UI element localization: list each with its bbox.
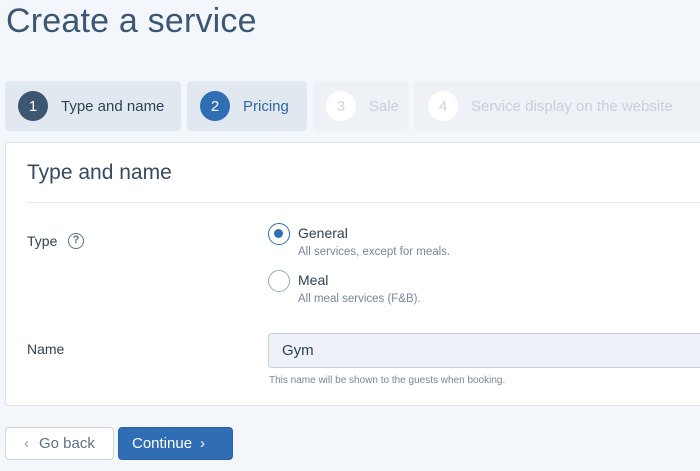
go-back-button[interactable]: ‹ Go back <box>5 427 114 460</box>
type-label: Type <box>27 233 58 249</box>
step-number: 2 <box>200 91 230 121</box>
step-label: Service display on the website <box>471 97 673 115</box>
chevron-right-icon: › <box>200 435 206 452</box>
name-hint: This name will be shown to the guests wh… <box>269 375 506 386</box>
go-back-label: Go back <box>39 435 95 452</box>
wizard-steps: 1 Type and name 2 Pricing 3 Sale 4 Servi… <box>5 81 700 131</box>
step-service-display: 4 Service display on the website <box>414 81 700 131</box>
type-and-name-card: Type and name Type ? General All service… <box>5 142 700 406</box>
name-input[interactable] <box>268 333 700 368</box>
continue-label: Continue <box>132 435 193 452</box>
radio-desc-general: All services, except for meals. <box>298 246 451 258</box>
radio-general[interactable] <box>268 223 290 245</box>
step-sale: 3 Sale <box>313 81 409 131</box>
card-title: Type and name <box>27 161 172 184</box>
step-number: 4 <box>428 91 458 121</box>
step-label: Pricing <box>243 97 289 115</box>
continue-button[interactable]: Continue › <box>118 427 233 460</box>
radio-label-meal: Meal <box>298 272 329 288</box>
step-number: 3 <box>326 91 356 121</box>
chevron-left-icon: ‹ <box>24 435 29 452</box>
name-label: Name <box>27 341 65 357</box>
divider <box>27 202 700 203</box>
step-label: Sale <box>369 97 400 115</box>
page-title: Create a service <box>6 2 257 40</box>
radio-label-general: General <box>298 225 348 241</box>
step-label: Type and name <box>61 97 165 115</box>
step-type-and-name[interactable]: 1 Type and name <box>5 81 181 131</box>
step-pricing[interactable]: 2 Pricing <box>187 81 307 131</box>
step-number: 1 <box>18 91 48 121</box>
question-circle-icon[interactable]: ? <box>68 233 84 249</box>
radio-meal[interactable] <box>268 270 290 292</box>
radio-desc-meal: All meal services (F&B). <box>298 293 421 305</box>
